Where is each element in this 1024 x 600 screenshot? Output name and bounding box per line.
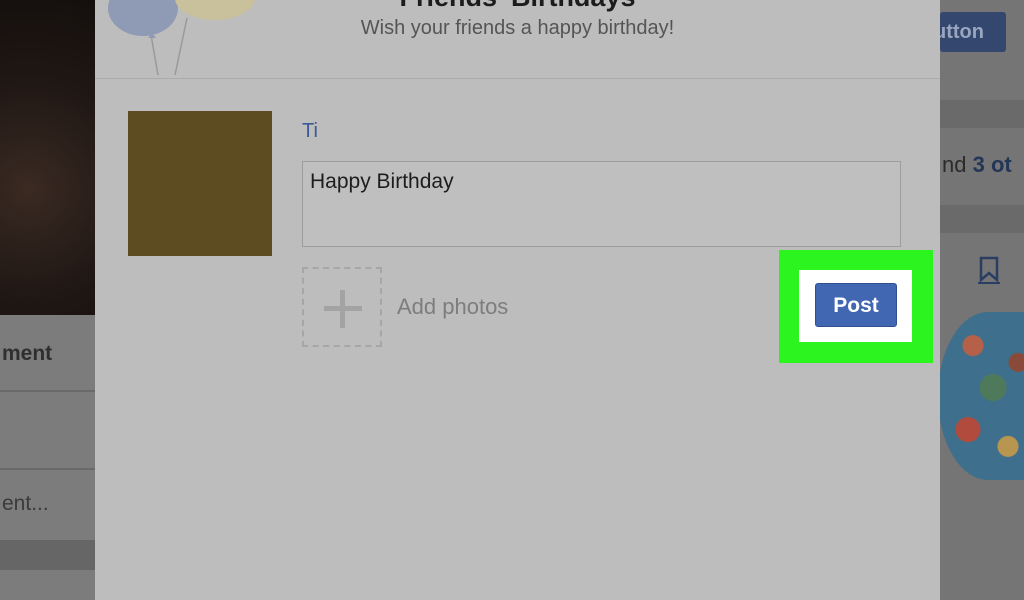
left-comment-input[interactable]: ent... (2, 492, 49, 516)
right-friends-text: nd 3 ot (942, 152, 1012, 177)
friend-name-link[interactable]: Ti (302, 120, 318, 143)
dialog-header: Friends' Birthdays Wish your friends a h… (95, 0, 940, 79)
left-divider (0, 468, 95, 470)
post-button[interactable]: Post (815, 283, 897, 327)
birthday-message-input[interactable]: Happy Birthday (302, 161, 901, 247)
right-divider (940, 205, 1024, 233)
right-sidebar (940, 0, 1024, 600)
profile-cover-photo (0, 0, 95, 315)
bookmark-icon[interactable] (978, 256, 1000, 284)
left-divider (0, 390, 95, 392)
friend-avatar[interactable] (128, 111, 272, 256)
dialog-subtitle: Wish your friends a happy birthday! (360, 17, 675, 39)
plus-icon (340, 290, 345, 328)
add-photos-button[interactable] (302, 267, 382, 347)
right-divider (940, 100, 1024, 128)
dialog-title: Friends' Birthdays (95, 0, 940, 13)
add-photos-label[interactable]: Add photos (397, 294, 508, 320)
left-comment-label: ment (2, 342, 53, 365)
right-action-button[interactable]: utton (934, 12, 1006, 52)
left-gap (0, 540, 95, 570)
